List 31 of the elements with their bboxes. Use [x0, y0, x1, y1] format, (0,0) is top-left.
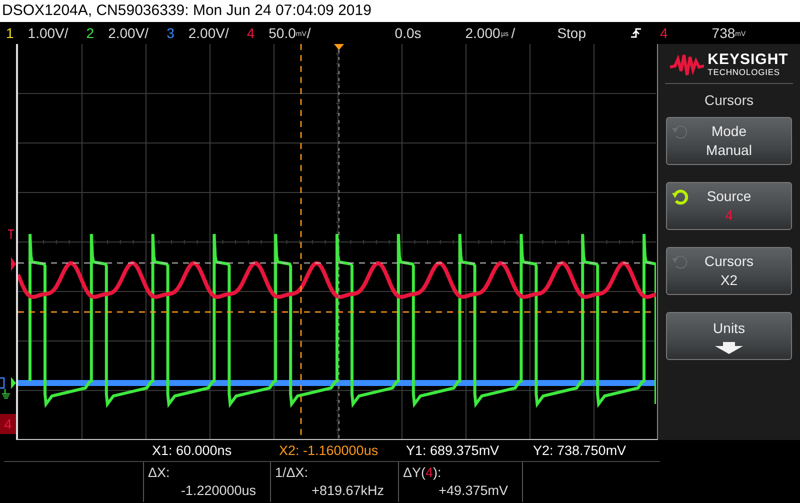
logo-icon — [670, 52, 704, 76]
cursor-readout: Y2: 738.750mV — [533, 442, 628, 460]
channel-scale: 2.00V/ — [188, 24, 229, 43]
down-arrow-icon — [715, 342, 743, 354]
cursor-readout: Y1: 689.375mV — [406, 442, 500, 460]
logo-text: KEYSIGHT — [708, 52, 788, 67]
channel-offset-icon — [11, 257, 16, 271]
cursor-readout: X1: 60.000ns — [152, 442, 233, 460]
logo-text: TECHNOLOGIES — [708, 67, 781, 77]
trigger-level-icon — [7, 229, 15, 240]
window-title: DSOX1204A, CN59036339: Mon Jun 24 07:04:09 2019 — [2, 2, 372, 19]
cursor-readout: X2: -1.160000us — [279, 442, 380, 460]
delta-readout: 1/ΔX: +819.67kHz — [270, 462, 398, 502]
trigger-source: 4 — [660, 24, 668, 43]
channel-number[interactable]: 1 — [6, 22, 14, 44]
channel-scale: 2.00V/ — [108, 24, 149, 43]
channel-number[interactable]: 2 — [86, 22, 94, 44]
softkey-button[interactable]: Cursors X2 — [666, 247, 792, 295]
channel-scale: 1.00V/ — [28, 24, 68, 43]
run-state: Stop — [557, 24, 586, 43]
channel-number[interactable]: 3 — [166, 22, 174, 44]
time-delay: 0.0s — [394, 24, 422, 43]
delta-readout: ΔY(4): +49.375mV — [398, 462, 523, 502]
softkey-button[interactable]: Units — [666, 312, 792, 360]
delta-readout: ΔX: -1.220000us — [143, 462, 270, 502]
menu-title: Cursors — [704, 91, 754, 110]
softkey-button[interactable]: Source 4 — [666, 182, 792, 230]
channel-ground-marker: 4 — [0, 414, 16, 434]
channel-number[interactable]: 4 — [246, 22, 255, 44]
trigger-edge-icon — [630, 26, 642, 40]
softkey-button[interactable]: Mode Manual — [666, 117, 792, 165]
